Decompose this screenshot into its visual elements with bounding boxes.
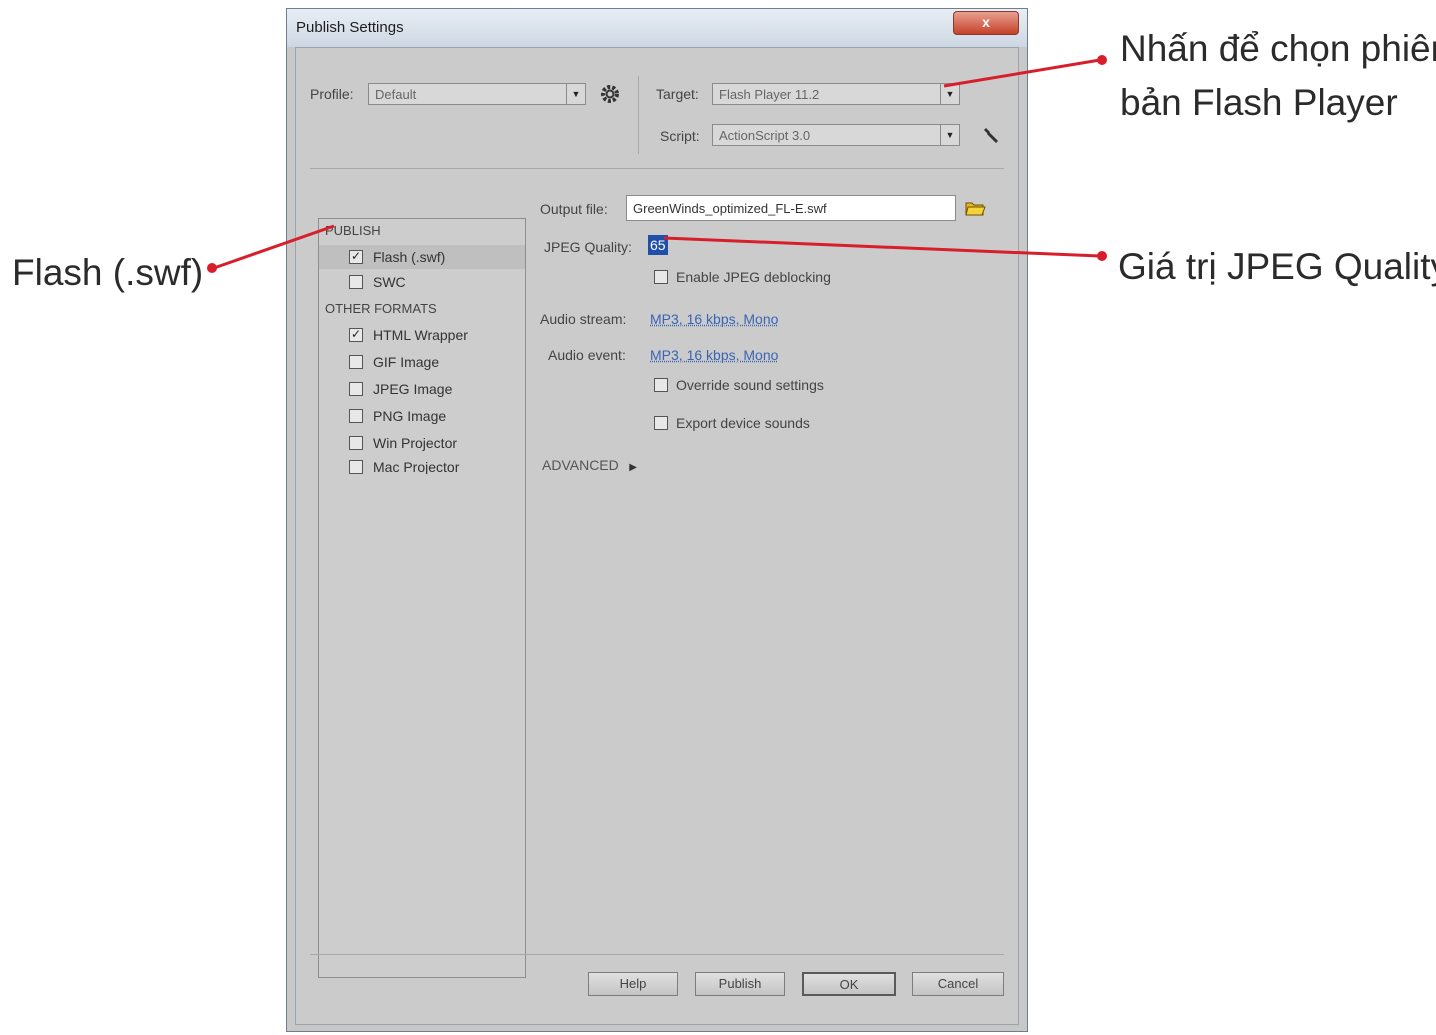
target-callout-line (943, 58, 1101, 88)
target-callout-line2: bản Flash Player (1120, 82, 1398, 123)
flash-callout-line (213, 224, 335, 270)
target-callout-line1: Nhấn để chọn phiên (1120, 28, 1436, 69)
callout-lines (207, 55, 1107, 273)
jpeg-callout-dot (1097, 251, 1107, 261)
jpeg-callout-line (663, 236, 1101, 258)
flash-callout-dot (207, 263, 217, 273)
jpeg-callout-text: Giá trị JPEG Quality (1118, 246, 1436, 287)
flash-callout-text: Flash (.swf) (12, 252, 204, 293)
target-callout-dot (1097, 55, 1107, 65)
